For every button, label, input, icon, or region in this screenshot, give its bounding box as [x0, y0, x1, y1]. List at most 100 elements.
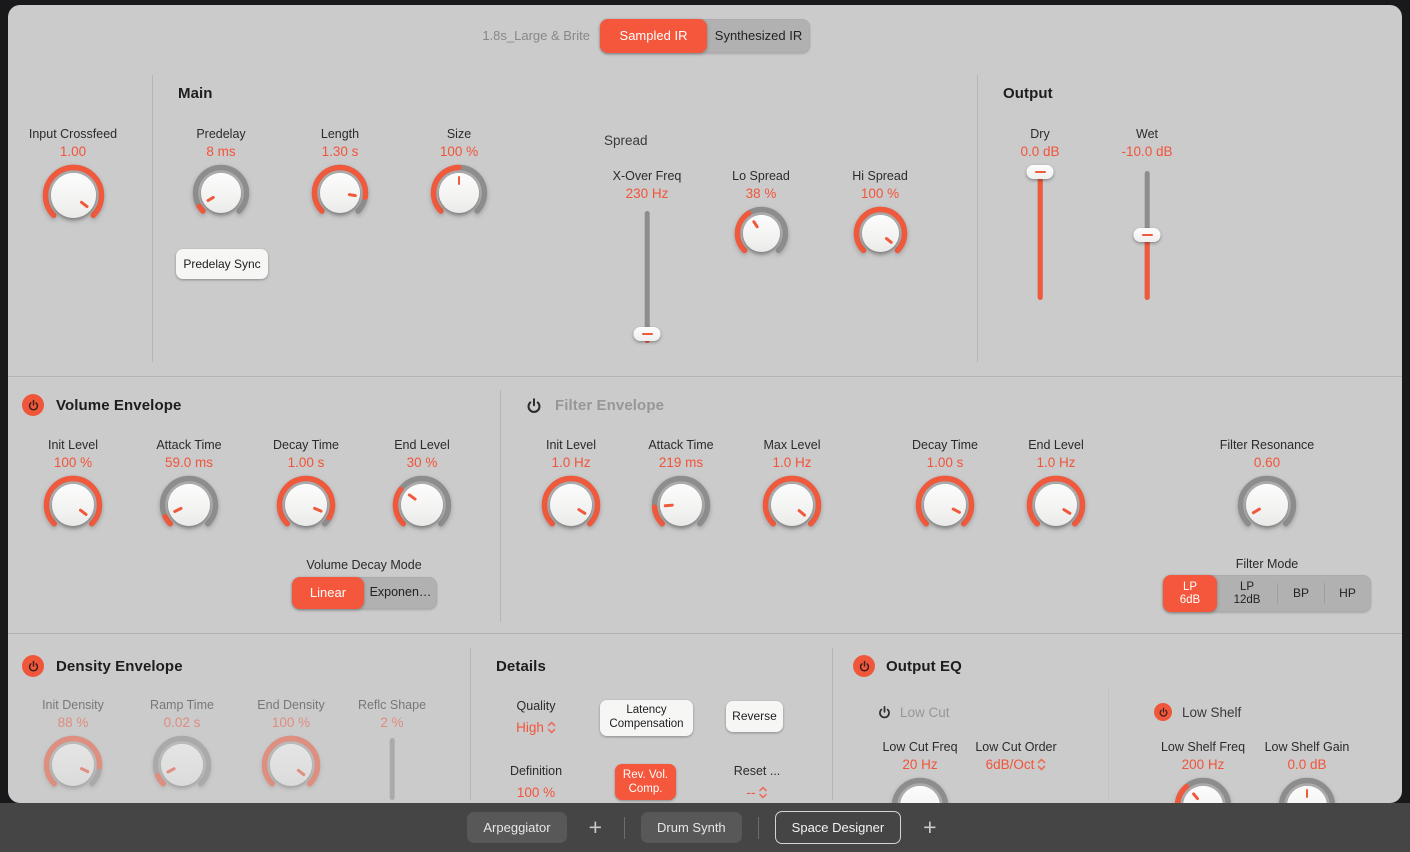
add-plugin-icon[interactable]: + [583, 814, 608, 841]
tab-sampled-ir[interactable]: Sampled IR [600, 19, 707, 53]
filter-mode-hp[interactable]: HP [1325, 575, 1370, 612]
preset-name[interactable]: 1.8s_Large & Brite [400, 28, 590, 43]
quality-label: Quality [517, 699, 556, 713]
dry-label: Dry [1030, 127, 1049, 141]
decay-mode-exponential[interactable]: Exponen… [364, 577, 437, 609]
dock-divider [758, 817, 759, 839]
vol-decay-time-knob[interactable] [276, 475, 336, 535]
slider-fill [1038, 177, 1043, 300]
lo-spread-knob[interactable] [734, 206, 789, 261]
flt-init-level-label: Init Level [546, 438, 596, 452]
filter-mode-bp[interactable]: BP [1278, 575, 1324, 612]
space-designer-window: 1.8s_Large & Brite Sampled IR Synthesize… [0, 0, 1410, 852]
vol-init-level-value: 100 % [54, 455, 92, 470]
predelay-control: Predelay 8 ms [156, 127, 286, 222]
dock-tab-drum-synth[interactable]: Drum Synth [641, 812, 742, 843]
vol-attack-time-label: Attack Time [156, 438, 221, 452]
predelay-label: Predelay [196, 127, 245, 141]
length-knob[interactable] [311, 164, 369, 222]
low-shelf-freq-value: 200 Hz [1182, 757, 1225, 772]
size-control: Size 100 % [394, 127, 524, 222]
main-section-title: Main [178, 85, 213, 102]
quality-select[interactable]: High [516, 720, 556, 735]
tab-synthesized-ir[interactable]: Synthesized IR [707, 19, 810, 53]
knob-face [862, 215, 899, 252]
xover-freq-control: X-Over Freq 230 Hz [582, 169, 712, 347]
low-cut-order-select[interactable]: 6dB/Oct [986, 757, 1047, 772]
hi-spread-knob[interactable] [853, 206, 908, 261]
vol-attack-time-knob[interactable] [159, 475, 219, 535]
filter-envelope-title: Filter Envelope [555, 397, 664, 414]
low-shelf-power-button[interactable] [1154, 703, 1172, 721]
filter-resonance-knob[interactable] [1237, 475, 1297, 535]
flt-init-level-knob[interactable] [541, 475, 601, 535]
dock-tab-arpeggiator[interactable]: Arpeggiator [467, 812, 566, 843]
dry-slider-thumb[interactable] [1027, 165, 1054, 179]
low-cut-power-button[interactable] [876, 704, 892, 720]
plugin-dock: Arpeggiator + Drum Synth Space Designer … [0, 803, 1410, 852]
decay-mode-linear[interactable]: Linear [292, 577, 364, 609]
flt-end-level-value: 1.0 Hz [1036, 455, 1075, 470]
flt-attack-time-knob[interactable] [651, 475, 711, 535]
ramp-time-knob[interactable] [152, 735, 212, 795]
latency-compensation-button[interactable]: Latency Compensation [600, 700, 693, 736]
knob-face [771, 484, 813, 526]
filter-mode-lp12db[interactable]: LP 12dB [1217, 575, 1277, 612]
divider [500, 390, 501, 622]
stepper-icon[interactable] [759, 785, 768, 800]
output-eq-title: Output EQ [886, 658, 962, 675]
reverse-button[interactable]: Reverse [726, 701, 783, 732]
predelay-sync-button[interactable]: Predelay Sync [176, 249, 268, 279]
vol-end-level-control: End Level 30 % [357, 438, 487, 535]
low-cut-order-control: Low Cut Order 6dB/Oct [951, 740, 1081, 772]
end-density-label: End Density [257, 698, 324, 712]
predelay-knob[interactable] [192, 164, 250, 222]
wet-slider [1132, 165, 1162, 305]
vol-attack-time-value: 59.0 ms [165, 455, 213, 470]
low-shelf-title: Low Shelf [1182, 705, 1241, 720]
knob-face [270, 744, 312, 786]
rev-vol-comp-button[interactable]: Rev. Vol. Comp. [615, 764, 676, 800]
vol-decay-time-control: Decay Time 1.00 s [241, 438, 371, 535]
volume-envelope-power-button[interactable] [22, 394, 44, 416]
init-density-knob[interactable] [43, 735, 103, 795]
reflc-shape-slider[interactable] [377, 736, 407, 800]
rvc-line2: Comp. [629, 782, 663, 796]
knob-face [201, 173, 241, 213]
output-eq-power-button[interactable] [853, 655, 875, 677]
filter-envelope-power-button[interactable] [524, 396, 543, 415]
knob-face [52, 484, 94, 526]
volume-decay-mode-label: Volume Decay Mode [306, 558, 421, 572]
hi-spread-value: 100 % [861, 186, 899, 201]
density-envelope-title: Density Envelope [56, 658, 183, 675]
low-cut-freq-value: 20 Hz [902, 757, 937, 772]
stepper-icon[interactable] [1037, 757, 1046, 772]
xover-freq-slider-thumb[interactable] [634, 327, 661, 341]
length-control: Length 1.30 s [275, 127, 405, 222]
flt-end-level-knob[interactable] [1026, 475, 1086, 535]
add-plugin-icon[interactable]: + [917, 814, 942, 841]
knob-face [1246, 484, 1288, 526]
flt-decay-time-knob[interactable] [915, 475, 975, 535]
divider [8, 633, 1402, 634]
filter-mode-lp6db[interactable]: LP 6dB [1163, 575, 1217, 612]
vol-end-level-knob[interactable] [392, 475, 452, 535]
flt-end-level-control: End Level 1.0 Hz [991, 438, 1121, 535]
size-knob[interactable] [430, 164, 488, 222]
low-shelf-gain-value: 0.0 dB [1287, 757, 1326, 772]
xover-freq-value: 230 Hz [626, 186, 669, 201]
dock-tab-space-designer[interactable]: Space Designer [775, 811, 902, 844]
filter-mode-label: Filter Mode [1236, 557, 1299, 571]
filter-mode-lp12db-line2: 12dB [1234, 594, 1261, 606]
slider-fill [1145, 237, 1150, 300]
density-envelope-power-button[interactable] [22, 655, 44, 677]
stepper-icon[interactable] [547, 720, 556, 735]
init-density-value: 88 % [58, 715, 89, 730]
end-density-knob[interactable] [261, 735, 321, 795]
wet-slider-thumb[interactable] [1134, 228, 1161, 242]
vol-init-level-knob[interactable] [43, 475, 103, 535]
reset-select[interactable]: -- [747, 785, 768, 800]
low-shelf-gain-label: Low Shelf Gain [1265, 740, 1350, 754]
flt-max-level-knob[interactable] [762, 475, 822, 535]
input-crossfeed-knob[interactable] [42, 164, 105, 227]
